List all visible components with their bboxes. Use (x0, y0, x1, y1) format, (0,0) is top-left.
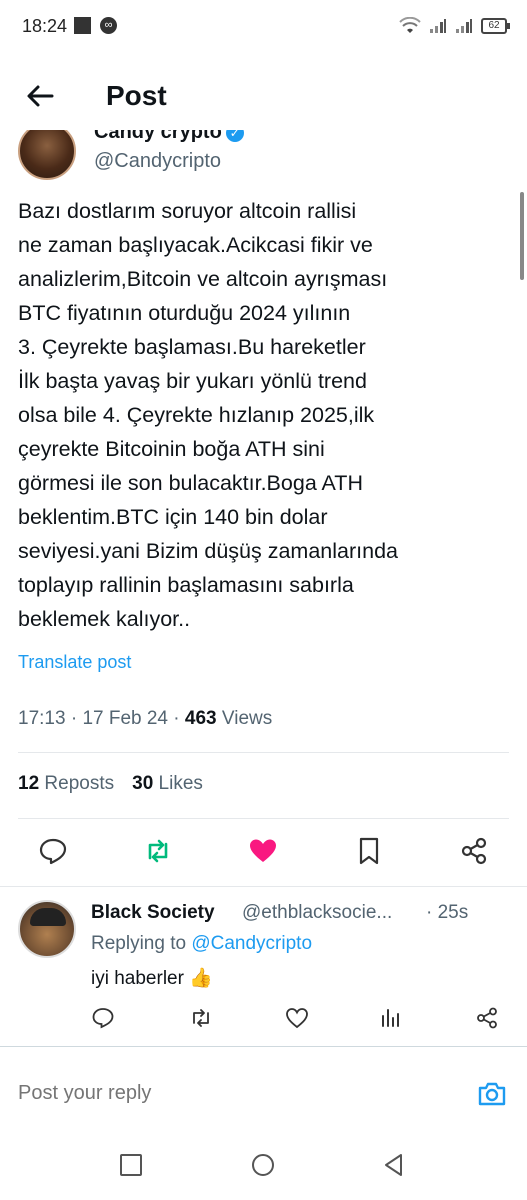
status-time: 18:24 (22, 16, 68, 36)
views-count: 463 (184, 708, 217, 729)
reply-time: · 25s (426, 902, 469, 923)
reply-like-icon[interactable] (285, 1006, 309, 1030)
reply-author-handle[interactable]: @ethblacksocie... (242, 902, 392, 924)
post-text: Bazı dostlarım soruyor altcoin rallisi n… (18, 199, 398, 631)
author-name-text: Candy crypto (94, 130, 222, 143)
home-icon[interactable] (250, 1152, 276, 1178)
reply-actions (0, 1006, 527, 1036)
signal-icon-2 (456, 19, 472, 33)
reply-icon[interactable] (38, 836, 68, 866)
reply-author-name[interactable]: Black Society (91, 902, 215, 924)
post-actions (0, 830, 527, 876)
reply-composer (0, 1062, 527, 1122)
likes-count: 30 (132, 773, 154, 794)
post-meta: 17:13 · 17 Feb 24 · 463 Views (18, 708, 273, 729)
repost-icon[interactable] (143, 836, 173, 866)
reposts-stat[interactable]: 12 Reposts (18, 773, 114, 795)
notification-infinity-icon: ∞ (100, 17, 117, 34)
divider (18, 752, 509, 753)
recent-apps-icon[interactable] (118, 1152, 144, 1178)
author-name[interactable]: Candy crypto ✓ (94, 130, 244, 144)
replying-prefix: Replying to (91, 933, 187, 954)
translate-post-link[interactable]: Translate post (18, 652, 131, 673)
avatar-cap (30, 908, 66, 926)
battery-icon: 62 (481, 18, 510, 34)
bookmark-icon[interactable] (354, 836, 384, 866)
likes-stat[interactable]: 30 Likes (132, 773, 203, 795)
camera-icon[interactable] (476, 1078, 508, 1110)
verified-badge-icon: ✓ (225, 130, 244, 142)
reposts-count: 12 (18, 773, 40, 794)
back-arrow-icon[interactable] (22, 78, 58, 114)
divider (0, 886, 527, 887)
likes-label: Likes (158, 773, 203, 794)
replying-to-mention[interactable]: @Candycripto (191, 933, 312, 954)
views-label: Views (221, 708, 273, 729)
signal-icon (430, 19, 446, 33)
like-icon[interactable] (248, 836, 278, 866)
post-time: 17:13 (18, 708, 66, 729)
post-stats: 12 Reposts 30 Likes (18, 773, 203, 795)
reply-share-icon[interactable] (475, 1006, 499, 1030)
reply-input[interactable] (18, 1082, 438, 1105)
divider (18, 818, 509, 819)
author-avatar[interactable] (18, 130, 76, 180)
reply-repost-icon[interactable] (189, 1006, 213, 1030)
reply-analytics-icon[interactable] (378, 1006, 402, 1030)
author-handle[interactable]: @Candycripto (94, 150, 221, 173)
post-author: Candy crypto ✓ @Candycripto (0, 130, 527, 190)
reply-item[interactable]: Black Society @ethblacksocie... · 25s Re… (0, 888, 527, 1038)
header: Post (0, 60, 527, 130)
reply-comment-icon[interactable] (91, 1006, 115, 1030)
reposts-label: Reposts (44, 773, 115, 794)
share-icon[interactable] (459, 836, 489, 866)
status-icons: 62 (399, 14, 510, 38)
page-title: Post (106, 80, 167, 111)
notification-square-icon (74, 17, 91, 34)
system-navigation-bar (0, 1130, 527, 1200)
reply-text: iyi haberler 👍 (91, 968, 213, 989)
post-date: 17 Feb 24 (82, 708, 169, 729)
divider (0, 1046, 527, 1047)
scrollbar[interactable] (520, 192, 524, 280)
status-bar: 18:24 ∞ 62 (0, 0, 527, 52)
wifi-icon (399, 17, 421, 33)
replying-to: Replying to @Candycripto (91, 933, 312, 955)
back-nav-icon[interactable] (381, 1152, 407, 1178)
reply-avatar[interactable] (18, 900, 76, 958)
